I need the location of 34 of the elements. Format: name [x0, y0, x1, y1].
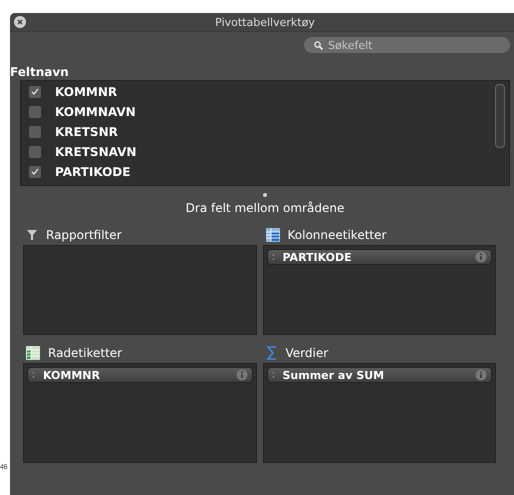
field-name[interactable]: KRETSNAVN: [55, 145, 136, 159]
search-field[interactable]: Søkefelt: [304, 37, 510, 53]
table-icon: [26, 346, 40, 360]
checkbox[interactable]: [29, 146, 41, 158]
info-icon[interactable]: [475, 251, 487, 263]
field-name[interactable]: KRETSNR: [55, 125, 118, 139]
field-chip[interactable]: PARTIKODE: [266, 249, 492, 265]
area-title: Verdier: [286, 346, 328, 360]
checkbox[interactable]: [29, 166, 41, 178]
drop-area[interactable]: PARTIKODE: [262, 245, 496, 335]
funnel-icon: [26, 229, 38, 241]
area-title: Rapportfilter: [46, 228, 122, 242]
drop-area[interactable]: KOMMNR: [23, 363, 256, 463]
field-chip[interactable]: KOMMNR: [27, 367, 252, 383]
drop-area[interactable]: Summer av SUM: [262, 363, 496, 463]
checkbox[interactable]: [29, 106, 41, 118]
section-label: Feltnavn: [10, 65, 69, 79]
table-icon: [266, 228, 280, 242]
instruction-text: Dra felt mellom områdene: [186, 200, 344, 217]
close-icon[interactable]: [14, 16, 26, 28]
sigma-icon: [266, 346, 278, 360]
area-title: Kolonneetiketter: [288, 228, 386, 242]
field-name[interactable]: PARTIKODE: [55, 165, 130, 179]
field-name[interactable]: KOMMNR: [55, 85, 118, 99]
info-icon[interactable]: [475, 369, 487, 381]
area-title: Radetiketter: [48, 346, 122, 360]
splitter-handle[interactable]: [263, 193, 267, 197]
checkbox[interactable]: [29, 86, 41, 98]
field-chip[interactable]: Summer av SUM: [266, 367, 492, 383]
checkbox[interactable]: [29, 126, 41, 138]
scrollbar[interactable]: [495, 84, 505, 148]
field-name[interactable]: KOMMNAVN: [55, 105, 136, 119]
window-title: Pivottabellverktøy: [215, 16, 315, 28]
info-icon[interactable]: [236, 369, 248, 381]
